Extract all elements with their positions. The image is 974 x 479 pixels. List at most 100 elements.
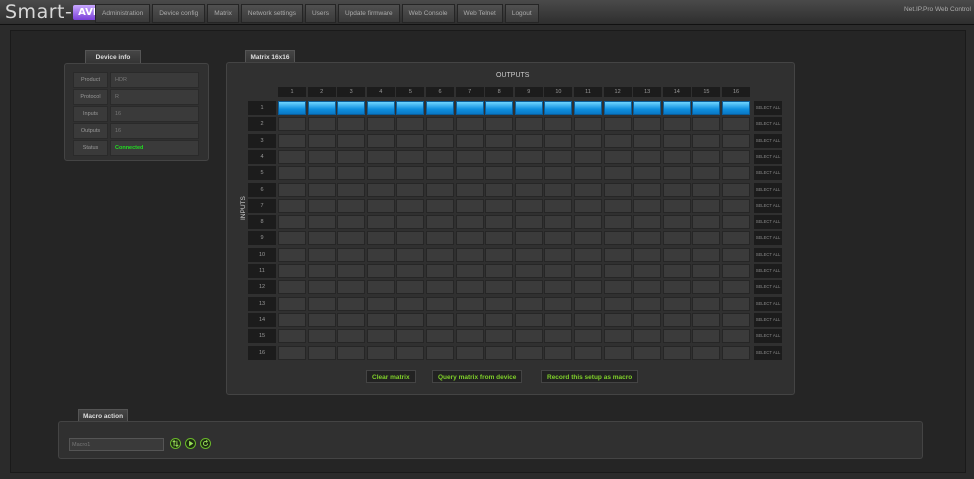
matrix-cell[interactable] [426,280,454,295]
input-row-header[interactable]: 7 [248,198,276,213]
clear-matrix-button[interactable]: Clear matrix [366,370,416,383]
matrix-cell[interactable] [278,264,306,278]
matrix-cell[interactable] [426,117,454,132]
macro-select[interactable]: Macro1 [69,438,164,451]
matrix-cell[interactable] [455,264,484,278]
matrix-cell[interactable] [692,264,721,278]
matrix-cell[interactable] [426,345,454,360]
nav-administration[interactable]: Administration [95,4,151,23]
matrix-cell[interactable] [662,231,691,246]
matrix-cell[interactable] [722,329,750,344]
matrix-cell[interactable] [692,149,721,164]
matrix-cell[interactable] [574,133,602,148]
matrix-cell[interactable] [692,312,721,327]
matrix-cell[interactable] [307,247,336,262]
matrix-cell[interactable] [692,247,721,262]
matrix-cell[interactable] [396,296,425,311]
matrix-cell[interactable] [455,117,484,132]
matrix-cell[interactable] [337,296,366,311]
matrix-cell[interactable] [692,329,721,344]
matrix-cell[interactable] [366,329,395,344]
matrix-cell[interactable] [603,296,632,311]
matrix-cell[interactable] [662,182,691,197]
nav-logout[interactable]: Logout [504,4,539,23]
matrix-cell[interactable] [722,133,750,148]
matrix-cell[interactable] [307,149,336,164]
matrix-cell[interactable] [307,101,336,115]
matrix-cell[interactable] [603,215,632,230]
matrix-cell[interactable] [455,182,484,197]
matrix-cell[interactable] [633,117,662,132]
matrix-cell[interactable] [633,312,662,327]
nav-network-settings[interactable]: Network settings [240,4,303,23]
matrix-cell[interactable] [396,312,425,327]
matrix-cell[interactable] [426,312,454,327]
matrix-cell[interactable] [337,133,366,148]
matrix-cell[interactable] [514,101,543,115]
matrix-cell[interactable] [514,231,543,246]
matrix-cell[interactable] [485,101,514,115]
matrix-cell[interactable] [633,329,662,344]
matrix-cell[interactable] [544,312,573,327]
input-row-header[interactable]: 6 [248,182,276,197]
matrix-cell[interactable] [603,329,632,344]
select-all-button[interactable]: SELECT ALL [754,182,782,197]
matrix-cell[interactable] [307,166,336,181]
matrix-cell[interactable] [722,166,750,181]
matrix-cell[interactable] [278,101,306,115]
matrix-cell[interactable] [544,101,573,115]
matrix-cell[interactable] [337,101,366,115]
input-row-header[interactable]: 5 [248,166,276,181]
output-column-header[interactable]: 6 [426,87,454,97]
matrix-cell[interactable] [455,345,484,360]
input-row-header[interactable]: 9 [248,231,276,246]
nav-web-telnet[interactable]: Web Telnet [456,4,503,23]
matrix-cell[interactable] [633,101,662,115]
matrix-cell[interactable] [544,149,573,164]
matrix-cell[interactable] [603,182,632,197]
matrix-cell[interactable] [722,117,750,132]
matrix-cell[interactable] [544,296,573,311]
matrix-cell[interactable] [426,329,454,344]
matrix-cell[interactable] [396,247,425,262]
select-all-button[interactable]: SELECT ALL [754,198,782,213]
matrix-cell[interactable] [366,264,395,278]
matrix-cell[interactable] [722,215,750,230]
select-all-button[interactable]: SELECT ALL [754,247,782,262]
matrix-cell[interactable] [574,101,602,115]
select-all-button[interactable]: SELECT ALL [754,345,782,360]
matrix-cell[interactable] [662,117,691,132]
matrix-cell[interactable] [603,101,632,115]
matrix-cell[interactable] [574,182,602,197]
matrix-cell[interactable] [574,264,602,278]
matrix-cell[interactable] [455,101,484,115]
matrix-cell[interactable] [485,149,514,164]
input-row-header[interactable]: 2 [248,117,276,132]
matrix-cell[interactable] [396,101,425,115]
matrix-cell[interactable] [514,296,543,311]
matrix-cell[interactable] [278,215,306,230]
matrix-cell[interactable] [633,264,662,278]
nav-users[interactable]: Users [304,4,336,23]
matrix-cell[interactable] [485,280,514,295]
matrix-cell[interactable] [662,312,691,327]
matrix-cell[interactable] [662,345,691,360]
select-all-button[interactable]: SELECT ALL [754,101,782,115]
matrix-cell[interactable] [366,198,395,213]
input-row-header[interactable]: 8 [248,215,276,230]
matrix-cell[interactable] [544,329,573,344]
matrix-cell[interactable] [544,166,573,181]
matrix-cell[interactable] [692,198,721,213]
matrix-cell[interactable] [692,133,721,148]
matrix-cell[interactable] [366,182,395,197]
matrix-cell[interactable] [337,198,366,213]
input-row-header[interactable]: 11 [248,264,276,278]
matrix-cell[interactable] [396,166,425,181]
output-column-header[interactable]: 13 [633,87,662,97]
matrix-cell[interactable] [485,264,514,278]
select-all-button[interactable]: SELECT ALL [754,296,782,311]
matrix-cell[interactable] [603,280,632,295]
tab-device-info[interactable]: Device info [85,50,141,64]
matrix-cell[interactable] [396,215,425,230]
matrix-cell[interactable] [603,231,632,246]
